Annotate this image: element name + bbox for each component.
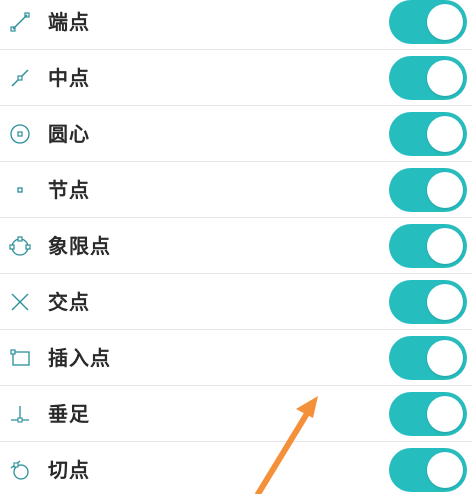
- list-item-center: 圆心: [0, 106, 472, 162]
- list-item-node: 节点: [0, 162, 472, 218]
- tangent-icon: [8, 458, 32, 482]
- node-label: 节点: [48, 178, 90, 202]
- node-icon: [8, 178, 32, 202]
- midpoint-icon: [8, 66, 32, 90]
- endpoint-label: 端点: [48, 10, 90, 34]
- endpoint-icon: [8, 10, 32, 34]
- list-item-intersection: 交点: [0, 274, 472, 330]
- insertion-icon: [8, 346, 32, 370]
- list-item-tangent: 切点: [0, 442, 472, 498]
- perpendicular-label: 垂足: [48, 402, 90, 426]
- quadrant-icon: [8, 234, 32, 258]
- center-icon: [8, 122, 32, 146]
- list-item-midpoint: 中点: [0, 50, 472, 106]
- toggle-knob: [427, 60, 463, 96]
- toggle-knob: [427, 452, 463, 488]
- toggle-knob: [427, 284, 463, 320]
- intersection-label: 交点: [48, 290, 90, 314]
- midpoint-toggle[interactable]: [389, 56, 467, 100]
- toggle-knob: [427, 172, 463, 208]
- toggle-knob: [427, 116, 463, 152]
- quadrant-label: 象限点: [48, 234, 111, 258]
- list-item-insertion: 插入点: [0, 330, 472, 386]
- list-item-perpendicular: 垂足: [0, 386, 472, 442]
- node-toggle[interactable]: [389, 168, 467, 212]
- endpoint-toggle[interactable]: [389, 0, 467, 44]
- intersection-icon: [8, 290, 32, 314]
- insertion-label: 插入点: [48, 346, 111, 370]
- insertion-toggle[interactable]: [389, 336, 467, 380]
- toggle-knob: [427, 340, 463, 376]
- tangent-label: 切点: [48, 458, 90, 482]
- quadrant-toggle[interactable]: [389, 224, 467, 268]
- list-item-endpoint: 端点: [0, 0, 472, 50]
- midpoint-label: 中点: [48, 66, 90, 90]
- center-label: 圆心: [48, 122, 90, 146]
- toggle-knob: [427, 4, 463, 40]
- center-toggle[interactable]: [389, 112, 467, 156]
- tangent-toggle[interactable]: [389, 448, 467, 492]
- perpendicular-toggle[interactable]: [389, 392, 467, 436]
- toggle-knob: [427, 396, 463, 432]
- toggle-knob: [427, 228, 463, 264]
- intersection-toggle[interactable]: [389, 280, 467, 324]
- perpendicular-icon: [8, 402, 32, 426]
- list-item-quadrant: 象限点: [0, 218, 472, 274]
